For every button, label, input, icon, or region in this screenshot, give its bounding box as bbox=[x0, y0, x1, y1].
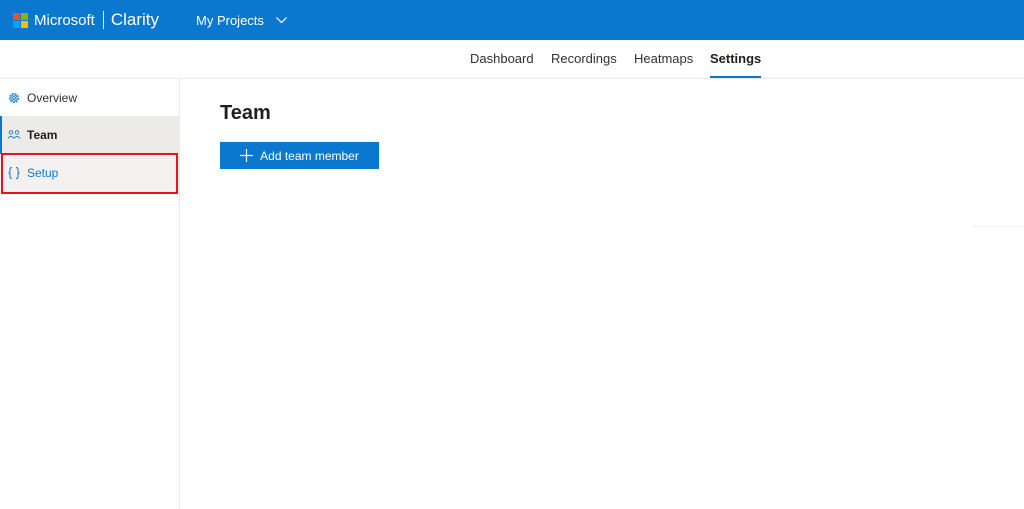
tab-settings[interactable]: Settings bbox=[710, 40, 762, 78]
tab-recordings[interactable]: Recordings bbox=[551, 40, 617, 78]
brand-product: Clarity bbox=[110, 10, 160, 29]
brand-separator bbox=[102, 11, 104, 29]
chevron-down-icon bbox=[275, 16, 287, 23]
brand[interactable]: Microsoft Clarity bbox=[13, 0, 159, 40]
people-icon bbox=[7, 128, 21, 142]
tab-dashboard[interactable]: Dashboard bbox=[470, 40, 534, 78]
sidebar-item-overview[interactable]: Overview bbox=[0, 79, 179, 117]
add-team-member-button[interactable]: Add team member bbox=[220, 142, 379, 169]
tab-heatmaps[interactable]: Heatmaps bbox=[634, 40, 693, 78]
sidebar-item-team[interactable]: Team bbox=[0, 116, 179, 154]
code-braces-icon bbox=[7, 166, 21, 180]
sidebar-item-label: Overview bbox=[27, 91, 78, 105]
plus-icon bbox=[240, 149, 254, 162]
nav-tabs: Dashboard Recordings Heatmaps Settings bbox=[0, 40, 1024, 79]
microsoft-logo-icon bbox=[13, 12, 28, 28]
settings-sidebar: Overview Team Setup bbox=[0, 79, 180, 509]
project-selector[interactable]: My Projects bbox=[196, 13, 287, 28]
add-team-member-label: Add team member bbox=[260, 148, 359, 163]
divider bbox=[972, 226, 1024, 227]
page-title: Team bbox=[220, 102, 271, 124]
top-bar: Microsoft Clarity My Projects bbox=[0, 0, 1024, 40]
brand-company: Microsoft bbox=[34, 11, 95, 29]
sidebar-item-setup[interactable]: Setup bbox=[0, 154, 179, 192]
project-selector-label: My Projects bbox=[196, 12, 264, 28]
sidebar-item-label: Team bbox=[27, 128, 58, 142]
sidebar-item-label: Setup bbox=[27, 166, 59, 180]
gear-icon bbox=[7, 91, 21, 105]
